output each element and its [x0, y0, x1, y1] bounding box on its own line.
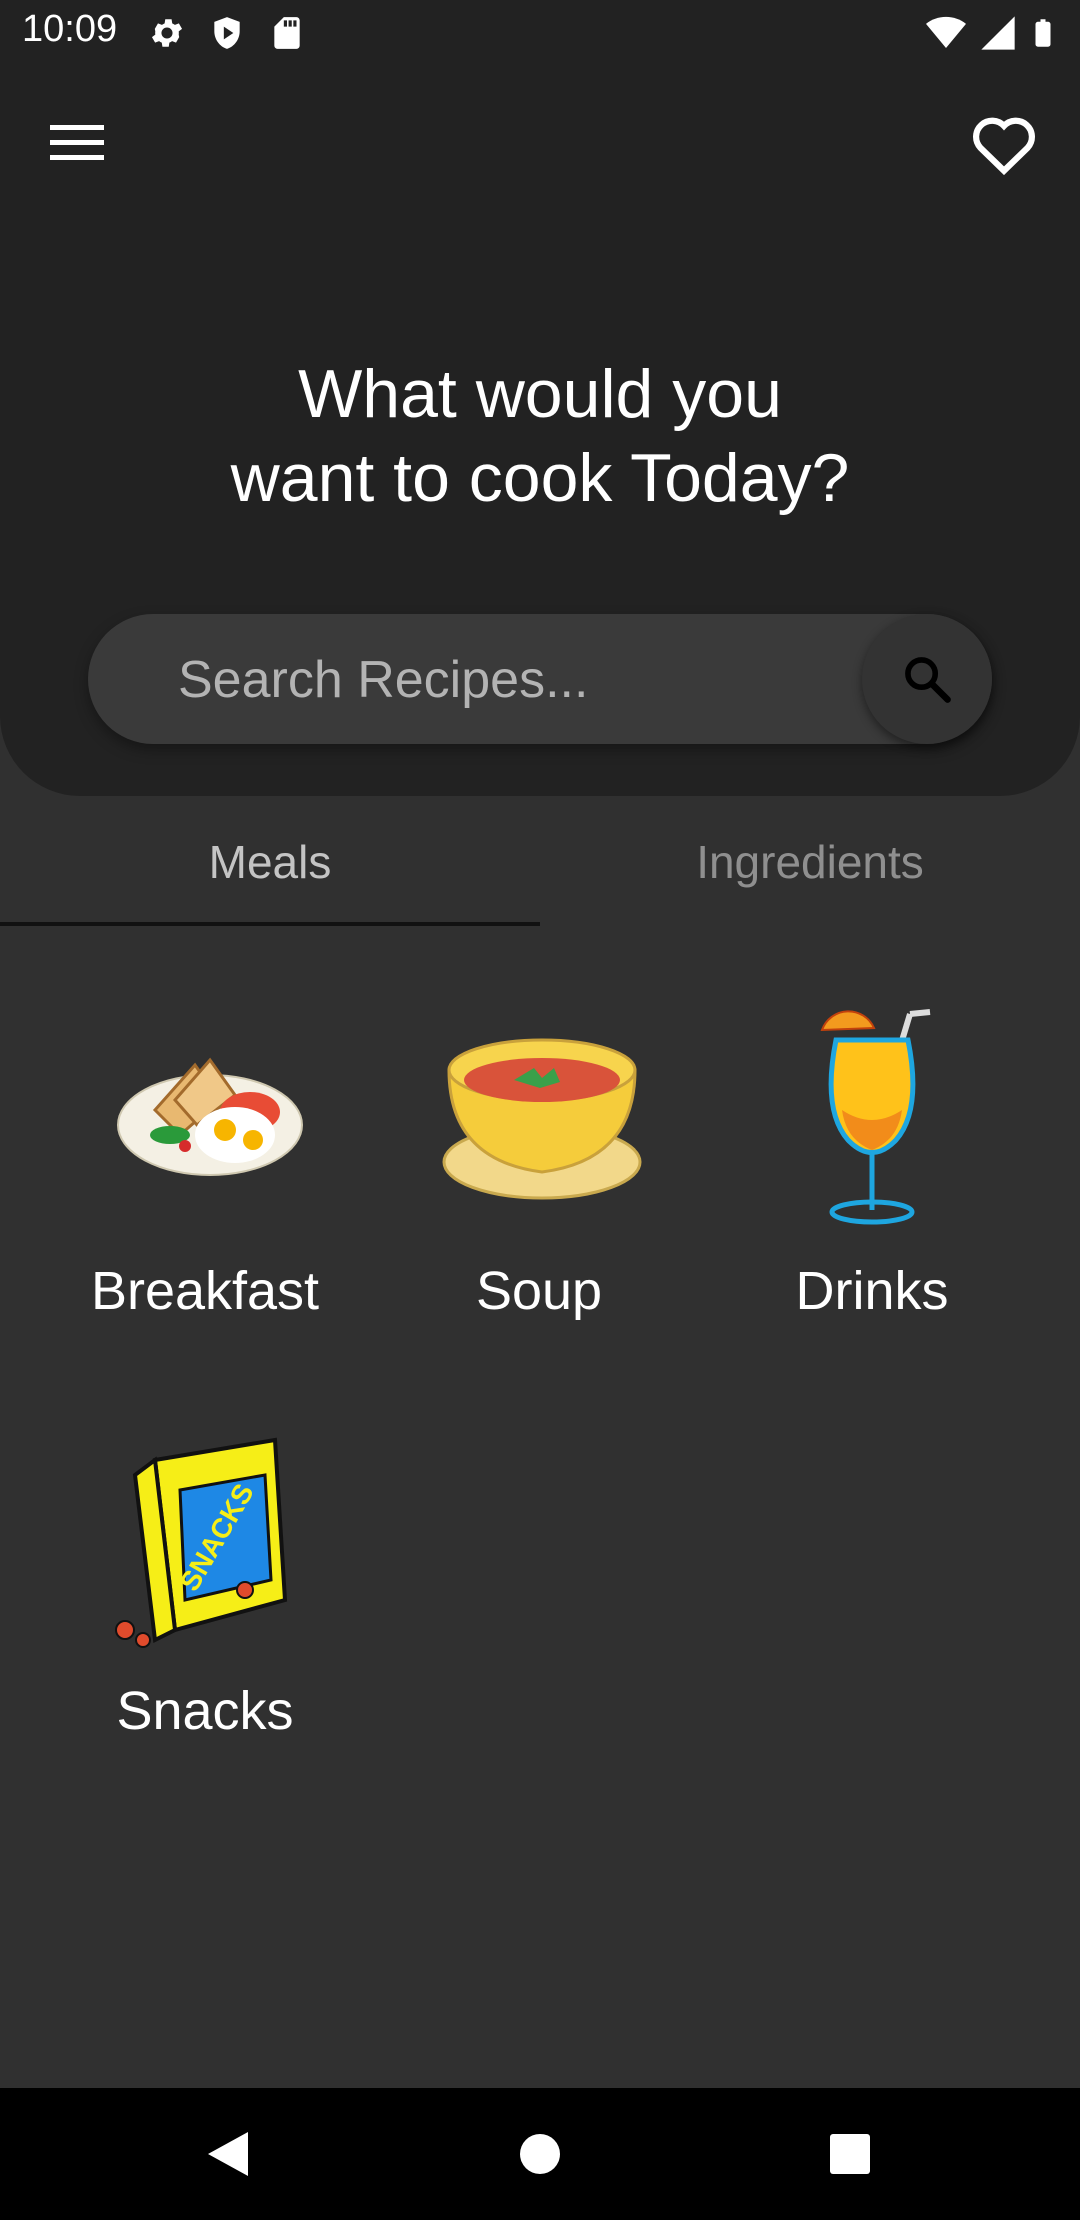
tab-indicator: [0, 922, 540, 926]
category-snacks[interactable]: SNACKS Snacks: [55, 1420, 355, 1742]
soup-bowl-icon: [442, 1038, 642, 1200]
cocktail-glass-icon: [820, 1009, 931, 1225]
category-label: Snacks: [116, 1681, 294, 1741]
category-label: Soup: [475, 1261, 603, 1321]
nav-back-button[interactable]: [188, 2124, 268, 2184]
category-breakfast[interactable]: Breakfast: [55, 1000, 355, 1322]
nav-home-button[interactable]: [500, 2124, 580, 2184]
category-label: Drinks: [795, 1261, 949, 1321]
wifi-icon: [926, 16, 966, 48]
nav-recents-button[interactable]: [810, 2124, 890, 2184]
category-soup[interactable]: Soup: [389, 1000, 689, 1322]
snack-box-icon: SNACKS: [115, 1437, 288, 1648]
battery-icon: [1035, 19, 1051, 47]
home-icon: [520, 2134, 560, 2174]
search-box: [88, 614, 992, 744]
search-input[interactable]: [176, 642, 830, 718]
status-bar: 10:09: [0, 0, 1080, 66]
sd-card-icon: [274, 17, 300, 49]
headline: What would you want to cook Today?: [0, 352, 1080, 520]
search-button[interactable]: [862, 614, 992, 744]
category-drinks[interactable]: Drinks: [722, 1000, 1022, 1322]
headline-line-2: want to cook Today?: [230, 440, 850, 516]
tab-ingredients[interactable]: Ingredients: [540, 796, 1080, 928]
recipe-home-screen: 10:09 What would you want to cook Today?…: [0, 0, 1080, 2220]
heart-icon: [973, 117, 1035, 175]
signal-icon: [981, 16, 1015, 50]
tab-meals[interactable]: Meals: [0, 796, 540, 928]
menu-icon: [50, 125, 104, 160]
system-nav-bar: [0, 2088, 1080, 2220]
status-icons-left: [148, 14, 306, 52]
shield-icon: [214, 17, 240, 49]
headline-line-1: What would you: [298, 356, 782, 432]
category-label: Breakfast: [90, 1261, 320, 1321]
favorites-button[interactable]: [964, 108, 1044, 180]
category-tabs: Meals Ingredients: [0, 796, 1080, 928]
status-time: 10:09: [22, 8, 118, 50]
breakfast-plate-icon: [117, 1057, 303, 1176]
back-icon: [208, 2132, 248, 2176]
recents-icon: [830, 2134, 870, 2174]
menu-button[interactable]: [42, 112, 112, 174]
search-icon: [905, 657, 951, 703]
status-icons-right: [924, 12, 1058, 54]
settings-icon: [151, 19, 183, 47]
